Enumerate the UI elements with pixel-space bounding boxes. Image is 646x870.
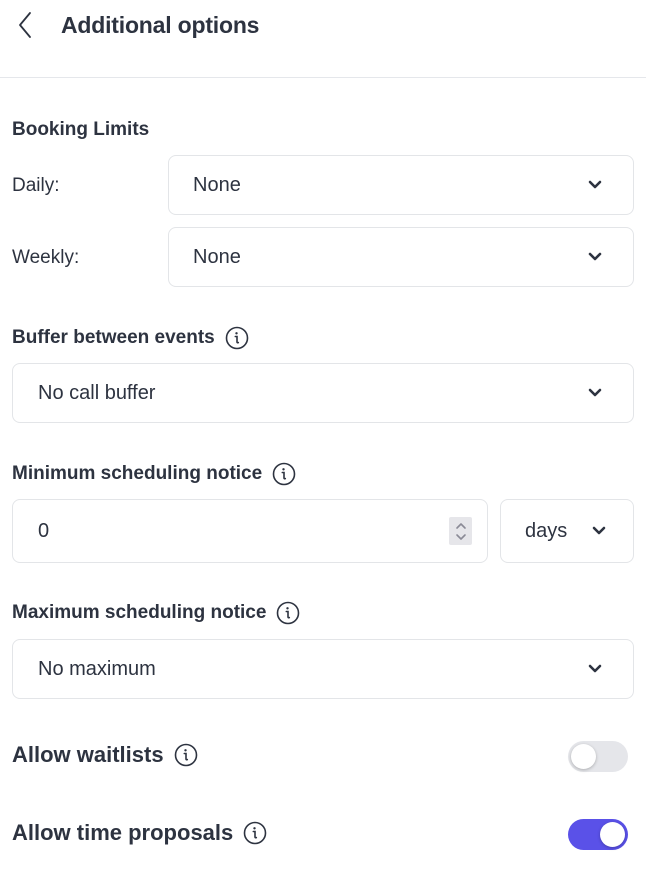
info-icon[interactable] <box>272 462 296 486</box>
daily-limit-select[interactable]: None <box>168 155 634 215</box>
back-button[interactable] <box>12 10 38 40</box>
min-notice-amount-value: 0 <box>38 519 50 542</box>
daily-limit-value: None <box>193 173 241 196</box>
info-icon[interactable] <box>276 601 300 625</box>
chevron-down-icon <box>587 387 603 399</box>
daily-label: Daily: <box>12 175 60 196</box>
chevron-down-icon <box>591 525 607 537</box>
chevron-down-icon <box>587 179 603 191</box>
min-notice-label: Minimum scheduling notice <box>12 463 263 484</box>
buffer-value: No call buffer <box>38 381 156 404</box>
weekly-label: Weekly: <box>12 247 80 268</box>
toggle-knob <box>571 744 596 769</box>
min-notice-amount-input[interactable]: 0 <box>12 499 488 563</box>
toggle-knob <box>600 822 625 847</box>
max-notice-value: No maximum <box>38 657 156 680</box>
buffer-select[interactable]: No call buffer <box>12 363 634 423</box>
time-proposals-label: Allow time proposals <box>12 820 234 845</box>
waitlists-label: Allow waitlists <box>12 742 164 767</box>
buffer-title: Buffer between events <box>12 326 249 350</box>
weekly-limit-select[interactable]: None <box>168 227 634 287</box>
chevron-left-icon <box>19 12 31 38</box>
time-proposals-toggle[interactable] <box>568 819 628 850</box>
spinner-up-icon[interactable] <box>455 522 467 530</box>
waitlists-row: Allow waitlists <box>12 743 198 767</box>
max-notice-label: Maximum scheduling notice <box>12 602 267 623</box>
max-notice-select[interactable]: No maximum <box>12 639 634 699</box>
booking-limits-title: Booking Limits <box>12 118 149 142</box>
chevron-down-icon <box>587 251 603 263</box>
weekly-limit-value: None <box>193 245 241 268</box>
buffer-label: Buffer between events <box>12 327 215 348</box>
chevron-down-icon <box>587 663 603 675</box>
waitlists-toggle[interactable] <box>568 741 628 772</box>
info-icon[interactable] <box>174 743 198 767</box>
time-proposals-row: Allow time proposals <box>12 821 267 845</box>
spinner-down-icon[interactable] <box>455 533 467 541</box>
min-notice-unit-value: days <box>525 519 568 542</box>
info-icon[interactable] <box>243 821 267 845</box>
number-spinner[interactable] <box>449 517 472 545</box>
min-notice-title: Minimum scheduling notice <box>12 462 296 486</box>
max-notice-title: Maximum scheduling notice <box>12 601 300 625</box>
page-header: Additional options <box>0 0 646 78</box>
info-icon[interactable] <box>225 326 249 350</box>
booking-limits-label: Booking Limits <box>12 119 150 140</box>
min-notice-unit-select[interactable]: days <box>500 499 634 563</box>
page-title: Additional options <box>61 12 260 38</box>
